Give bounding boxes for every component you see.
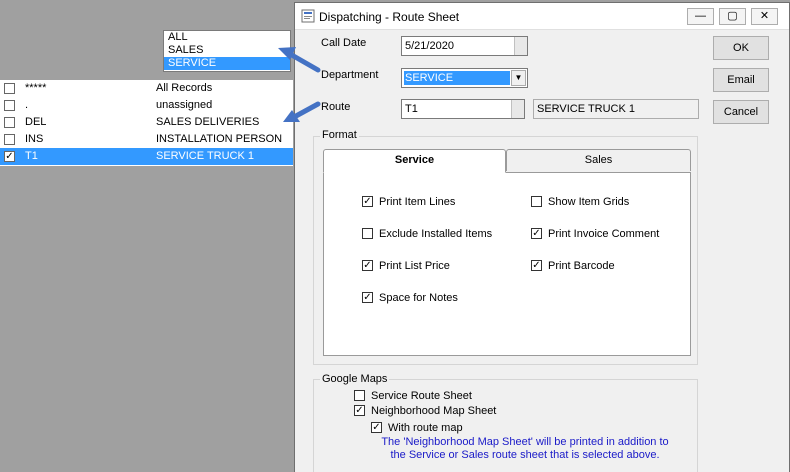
department-value: SERVICE — [404, 71, 510, 85]
dropdown-option-all[interactable]: ALL — [164, 31, 290, 44]
route-row-ins[interactable]: INS INSTALLATION PERSON — [0, 131, 293, 148]
route-label: Route — [321, 101, 351, 113]
print-item-lines-checkbox[interactable]: ✓ — [362, 196, 373, 207]
route-checkbox[interactable] — [4, 117, 15, 128]
route-description: SALES DELIVERIES — [156, 116, 260, 128]
route-code: . — [25, 99, 29, 111]
maximize-button[interactable]: ▢ — [719, 8, 746, 25]
exclude-installed-items-checkbox[interactable] — [362, 228, 373, 239]
neighborhood-map-note: The 'Neighborhood Map Sheet' will be pri… — [355, 436, 695, 462]
neighborhood-map-sheet-label: Neighborhood Map Sheet — [371, 405, 497, 417]
show-item-grids-checkbox[interactable] — [531, 196, 542, 207]
email-button[interactable]: Email — [713, 68, 769, 92]
route-sheet-dialog: Dispatching - Route Sheet — ▢ ✕ Call Dat… — [294, 2, 790, 472]
print-invoice-comment-label: Print Invoice Comment — [548, 228, 660, 240]
route-lookup-button[interactable] — [511, 100, 524, 118]
department-select[interactable]: SERVICE ▼ — [401, 68, 528, 88]
date-picker-button[interactable] — [514, 37, 527, 55]
route-checkbox[interactable] — [4, 100, 15, 111]
route-row-t1[interactable]: ✓ T1 SERVICE TRUCK 1 — [0, 148, 293, 165]
route-description-field: SERVICE TRUCK 1 — [533, 99, 699, 119]
note-line-2: the Service or Sales route sheet that is… — [390, 449, 660, 461]
format-group-label: Format — [320, 129, 359, 141]
route-checkbox[interactable] — [4, 134, 15, 145]
print-invoice-comment-checkbox[interactable]: ✓ — [531, 228, 542, 239]
app-icon — [301, 9, 315, 23]
route-value: T1 — [405, 103, 418, 115]
route-checkbox[interactable] — [4, 83, 15, 94]
route-description: INSTALLATION PERSON — [156, 133, 283, 145]
route-code: ***** — [25, 82, 47, 94]
chevron-down-icon[interactable]: ▼ — [511, 70, 526, 86]
ok-button[interactable]: OK — [713, 36, 769, 60]
window-title: Dispatching - Route Sheet — [319, 10, 460, 24]
route-code: T1 — [25, 150, 38, 162]
space-for-notes-checkbox[interactable]: ✓ — [362, 292, 373, 303]
show-item-grids-label: Show Item Grids — [548, 196, 630, 208]
service-route-sheet-label: Service Route Sheet — [371, 390, 472, 402]
print-list-price-checkbox[interactable]: ✓ — [362, 260, 373, 271]
department-label: Department — [321, 69, 379, 81]
route-dropdown-list[interactable]: ***** All Records . unassigned DEL SALES… — [0, 80, 293, 166]
route-row-unassigned[interactable]: . unassigned — [0, 97, 293, 114]
department-dropdown-list[interactable]: ALL SALES SERVICE — [163, 30, 291, 72]
route-field[interactable]: T1 — [401, 99, 525, 119]
route-checkbox[interactable]: ✓ — [4, 151, 15, 162]
close-button[interactable]: ✕ — [751, 8, 778, 25]
google-maps-group-label: Google Maps — [320, 373, 390, 385]
title-bar: Dispatching - Route Sheet — ▢ ✕ — [295, 3, 789, 30]
with-route-map-checkbox[interactable]: ✓ — [371, 422, 382, 433]
route-description: unassigned — [156, 99, 213, 111]
route-row-del[interactable]: DEL SALES DELIVERIES — [0, 114, 293, 131]
minimize-button[interactable]: — — [687, 8, 714, 25]
with-route-map-label: With route map — [388, 422, 463, 434]
print-barcode-checkbox[interactable]: ✓ — [531, 260, 542, 271]
call-date-field[interactable]: 5/21/2020 — [401, 36, 528, 56]
route-code: DEL — [25, 116, 47, 128]
route-description: SERVICE TRUCK 1 — [156, 150, 255, 162]
space-for-notes-label: Space for Notes — [379, 292, 458, 304]
route-row-all-records[interactable]: ***** All Records — [0, 80, 293, 97]
note-line-1: The 'Neighborhood Map Sheet' will be pri… — [381, 436, 669, 448]
dropdown-option-sales[interactable]: SALES — [164, 44, 290, 57]
neighborhood-map-sheet-checkbox[interactable]: ✓ — [354, 405, 365, 416]
route-description: All Records — [156, 82, 213, 94]
dropdown-option-service[interactable]: SERVICE — [164, 57, 290, 70]
tab-service[interactable]: Service — [323, 149, 506, 173]
call-date-value: 5/21/2020 — [405, 40, 454, 52]
print-barcode-label: Print Barcode — [548, 260, 615, 272]
print-item-lines-label: Print Item Lines — [379, 196, 456, 208]
cancel-button[interactable]: Cancel — [713, 100, 769, 124]
call-date-label: Call Date — [321, 37, 367, 49]
route-code: INS — [25, 133, 44, 145]
exclude-installed-items-label: Exclude Installed Items — [379, 228, 493, 240]
print-list-price-label: Print List Price — [379, 260, 450, 272]
tab-sales[interactable]: Sales — [506, 149, 691, 171]
service-route-sheet-checkbox[interactable] — [354, 390, 365, 401]
